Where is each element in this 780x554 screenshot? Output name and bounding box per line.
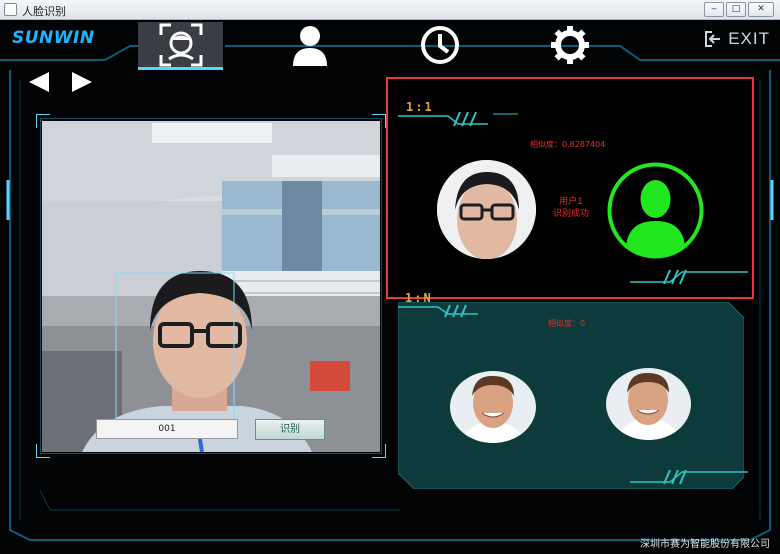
nav-history[interactable] [415,22,465,68]
nav-active-indicator [138,67,223,70]
exit-label: EXIT [728,29,770,48]
matched-user-name: 用户1 [559,197,583,207]
exit-icon [705,31,721,47]
app-window-icon [4,3,17,16]
nav-settings[interactable] [545,22,595,68]
logo: SUNWIN [12,28,95,48]
panel-decor-top [398,111,518,127]
user-icon [293,26,327,66]
company-name: 深圳市赛为智能股份有限公司 [640,539,770,550]
close-button[interactable]: ✕ [748,2,774,17]
window-titlebar: 人脸识别 ‒ □ ✕ [0,0,780,20]
one-to-one-similarity: 相似度：0.8287404 [530,140,606,149]
window-title: 人脸识别 [22,5,66,18]
face-scan-icon [159,23,202,67]
one-to-n-face-capture [450,371,536,443]
minimize-button[interactable]: ‒ [704,2,724,17]
panel-decor-1n-top [398,304,478,318]
back-arrow-icon[interactable] [27,70,51,94]
clock-icon [421,26,459,64]
recognize-button[interactable]: 识别 [255,419,325,440]
one-to-n-label: 1:N [405,291,433,305]
nav-face-recognition[interactable] [138,22,223,68]
user-id-input[interactable]: 001 [96,419,238,439]
match-avatar-icon [607,162,704,259]
nav-user[interactable] [285,22,335,68]
one-to-n-matched-face [606,368,691,440]
forward-arrow-icon[interactable] [70,70,94,94]
maximize-button[interactable]: □ [726,2,746,17]
match-status: 识别成功 [552,209,589,219]
panel-decor-bottom [630,269,748,285]
one-to-one-face-capture [437,160,536,259]
one-to-n-panel [398,302,744,489]
one-to-n-similarity: 相似度：0 [548,319,586,328]
exit-button[interactable]: EXIT [704,29,770,49]
panel-decor-1n-bottom [630,469,748,485]
camera-preview [42,121,380,452]
gear-icon [551,26,589,64]
app-body: SUNWIN EXIT 001 识别 1:1 相似度：0.8287404 用户1… [0,20,780,554]
match-result: 用户1 识别成功 [536,196,606,220]
